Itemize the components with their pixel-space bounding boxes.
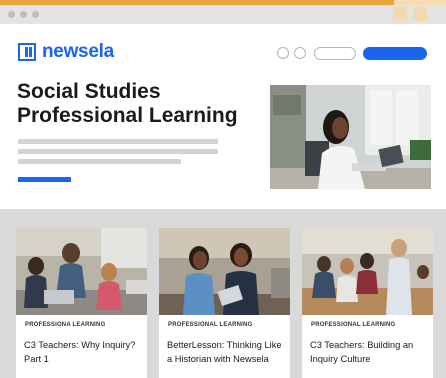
read-more-link[interactable] — [18, 177, 71, 182]
nav-circle-icon[interactable] — [294, 47, 306, 59]
card-title[interactable]: C3 Teachers: Building an Inquiry Culture — [310, 338, 428, 366]
hero-image — [270, 85, 431, 189]
card-category: PROFESSIONAL LEARNING — [168, 322, 253, 328]
text-placeholder-line — [18, 159, 181, 164]
article-card[interactable]: PROFESSIONAL LEARNING C3 Teachers: Build… — [302, 228, 433, 378]
text-placeholder-line — [18, 149, 218, 154]
nav-circle-icon[interactable] — [277, 47, 289, 59]
newsela-logo[interactable]: newsela — [18, 41, 114, 63]
card-image — [159, 228, 290, 315]
page-title-line2: Professional Learning — [17, 104, 238, 127]
window-dot-icon[interactable] — [32, 11, 39, 18]
page-title: Social Studies Professional Learning — [17, 80, 257, 128]
secondary-nav-button[interactable] — [314, 47, 356, 60]
card-image — [16, 228, 147, 315]
card-image — [302, 228, 433, 315]
window-dot-icon[interactable] — [8, 11, 15, 18]
card-category: PROFESSIONAL LEARNING — [311, 322, 396, 328]
newsela-logo-icon — [18, 43, 36, 61]
article-card[interactable]: PROFESSIONA LEARNING C3 Teachers: Why In… — [16, 228, 147, 378]
card-title[interactable]: C3 Teachers: Why Inquiry? Part 1 — [24, 338, 142, 366]
card-title[interactable]: BetterLesson: Thinking Like a Historian … — [167, 338, 285, 366]
window-dot-icon[interactable] — [20, 11, 27, 18]
logo-text: newsela — [42, 41, 114, 62]
chrome-tab-marker — [413, 7, 427, 21]
text-placeholder-line — [18, 139, 218, 144]
page-header-section: newsela Social Studies Professional Lear… — [0, 24, 446, 209]
browser-chrome — [0, 5, 446, 24]
page-title-line1: Social Studies — [17, 80, 161, 103]
primary-nav-button[interactable] — [363, 47, 427, 60]
chrome-tab-marker — [393, 7, 407, 21]
article-card[interactable]: PROFESSIONAL LEARNING BetterLesson: Thin… — [159, 228, 290, 378]
card-category: PROFESSIONA LEARNING — [25, 322, 106, 328]
